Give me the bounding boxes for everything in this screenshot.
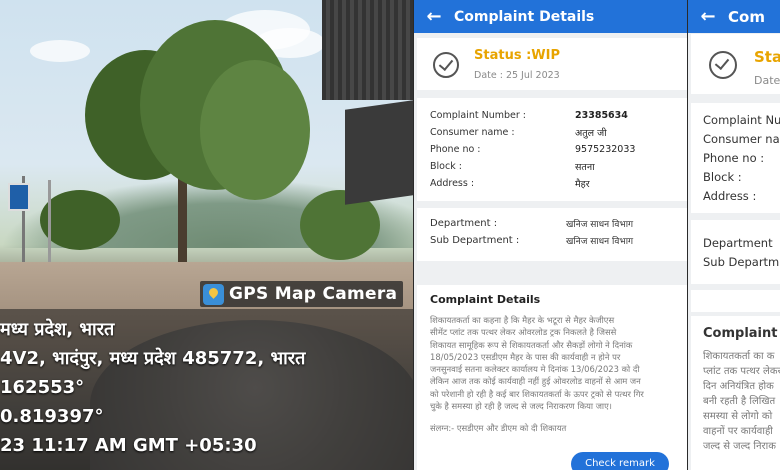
- details-body: शिकायतकर्ता का कहना है कि मैहर के भटूरा …: [430, 314, 681, 412]
- map-pin-icon: [203, 283, 224, 305]
- dup-info-card: Complaint Nu Consumer nar Phone no : Blo…: [691, 103, 780, 213]
- status-date: Date : 25 Jul 2023: [474, 70, 560, 81]
- consumer-name-row: Consumer name : अतुल जी: [430, 124, 681, 141]
- field-label: Sub Department :: [430, 235, 520, 246]
- dup-details-line: बनी रहती है लिखित: [703, 396, 776, 407]
- dup-row: Consumer nar: [703, 132, 780, 146]
- phone-row: Phone no : 9575232033: [430, 141, 681, 158]
- field-label: Phone no :: [430, 144, 481, 155]
- tree-crown: [200, 60, 310, 200]
- dup-details-line: वाहनों पर कार्यवाही: [703, 426, 773, 437]
- field-label: Complaint Number :: [430, 110, 526, 121]
- complaint-number-value: 23385634: [575, 110, 628, 121]
- complaint-details-card: Complaint Details शिकायतकर्ता का कहना है…: [417, 285, 694, 470]
- gps-timestamp-line: 23 11:17 AM GMT +05:30: [0, 435, 257, 456]
- department-value: खनिज साधन विभाग: [566, 220, 634, 230]
- details-line: जनसुनवाई सतना कलेक्टर कार्यालय मे दिनांक…: [430, 364, 640, 375]
- dup-details-line: जल्द से जल्द निराक: [703, 441, 776, 452]
- light-pole: [48, 180, 51, 270]
- department-row: Department : खनिज साधन विभाग: [430, 215, 681, 232]
- details-line: शिकायतकर्ता का कहना है कि मैहर के भटूरा …: [430, 315, 615, 325]
- department-card: Department : खनिज साधन विभाग Sub Departm…: [417, 208, 694, 261]
- status-card: Status :WIP Date : 25 Jul 2023: [417, 38, 694, 90]
- road-sign: [8, 183, 30, 211]
- page-title: Complaint Details: [454, 8, 595, 25]
- dup-status-card: Statu Date :: [691, 34, 780, 94]
- sub-department-value: खनिज साधन विभाग: [566, 237, 634, 247]
- gps-state-line: मध्य प्रदेश, भारत: [0, 319, 115, 340]
- dup-blank-card: [691, 290, 780, 312]
- dup-details-heading: Complaint D: [703, 326, 780, 341]
- dup-dept-row: Department: [703, 236, 773, 250]
- dup-page-title: Com: [728, 7, 765, 26]
- block-value: सतना: [575, 162, 595, 173]
- gps-longitude-line: 0.819397°: [0, 406, 104, 427]
- dup-details-line: प्लांट तक पत्थर लेकर अ: [703, 366, 780, 377]
- phone-value: 9575232033: [575, 144, 636, 155]
- block-row: Block : सतना: [430, 158, 681, 175]
- details-line: सीमेंट प्लांट तक पत्थर लेकर ओवरलोड ट्रक …: [430, 327, 617, 338]
- field-label: Block :: [430, 161, 462, 172]
- gps-address-line: 4V2, भादंपुर, मध्य प्रदेश 485772, भारत: [0, 348, 306, 369]
- cloud: [30, 40, 90, 62]
- dup-details-card: Complaint D शिकायतकर्ता का क प्लांट तक प…: [691, 316, 780, 470]
- check-remark-button[interactable]: Check remark: [571, 452, 669, 470]
- status-label: Status :WIP: [474, 48, 560, 63]
- dup-details-line: शिकायतकर्ता का क: [703, 351, 775, 362]
- details-line: लेकिन आज तक कोई कार्यवाही नहीं हुई ओवरलो…: [430, 376, 641, 387]
- check-circle-icon: [709, 51, 737, 79]
- details-heading: Complaint Details: [430, 293, 541, 306]
- dup-row: Address :: [703, 189, 757, 203]
- details-line: को परेशानी हो रही है कई बार शिकायतकर्ता …: [430, 388, 644, 399]
- duplicate-screen: ← Com Statu Date : Complaint Nu Consumer…: [688, 0, 780, 470]
- field-label: Address :: [430, 178, 475, 189]
- attachment-note: संलग्न:- एसडीएम और डीएम को दी शिकायत: [430, 423, 567, 434]
- back-arrow-icon[interactable]: ←: [414, 6, 454, 27]
- complaint-number-row: Complaint Number : 23385634: [430, 107, 681, 124]
- gps-camera-title: GPS Map Camera: [229, 284, 398, 304]
- dup-row: Complaint Nu: [703, 113, 780, 127]
- address-value: मैहर: [575, 179, 590, 190]
- details-line: शिकायत सामूहिक रूप से शिकायतकर्ता और सैक…: [430, 339, 633, 350]
- dup-app-bar: ← Com: [688, 0, 780, 33]
- tree-crown: [40, 190, 120, 250]
- check-circle-icon: [433, 52, 459, 78]
- dup-row: Phone no :: [703, 151, 765, 165]
- complaint-details-screen: ← Complaint Details Status :WIP Date : 2…: [414, 0, 697, 470]
- dup-dept-row: Sub Departm: [703, 255, 780, 269]
- dup-details-line: दिन अनियंत्रित होक: [703, 381, 774, 392]
- dup-details-line: समस्या से लोगो को: [703, 411, 773, 422]
- field-label: Consumer name :: [430, 127, 515, 138]
- dup-row: Block :: [703, 170, 742, 184]
- gps-info-panel: मध्य प्रदेश, भारत 4V2, भादंपुर, मध्य प्र…: [0, 309, 413, 470]
- gps-photo: GPS Map Camera मध्य प्रदेश, भारत 4V2, भा…: [0, 0, 413, 470]
- details-line: चुके है समस्या हो रही है जल्द से जल्द नि…: [430, 401, 612, 412]
- dup-status-label: Statu: [754, 48, 780, 66]
- shed-wall: [345, 100, 413, 205]
- details-line: 18/05/2023 एसडीएम मैहर के पास की कार्यवा…: [430, 351, 621, 362]
- app-bar: ← Complaint Details: [414, 0, 697, 33]
- gps-latitude-line: 162553°: [0, 377, 85, 398]
- dup-department-card: Department Sub Departm: [691, 220, 780, 284]
- shed-roof: [322, 0, 413, 100]
- field-label: Department :: [430, 218, 498, 229]
- dup-status-date: Date :: [754, 74, 780, 87]
- gps-camera-badge: GPS Map Camera: [200, 281, 404, 307]
- address-row: Address : मैहर: [430, 175, 681, 192]
- sub-department-row: Sub Department : खनिज साधन विभाग: [430, 232, 681, 249]
- back-arrow-icon[interactable]: ←: [688, 6, 728, 27]
- consumer-info-card: Complaint Number : 23385634 Consumer nam…: [417, 98, 694, 201]
- consumer-name-value: अतुल जी: [575, 128, 607, 139]
